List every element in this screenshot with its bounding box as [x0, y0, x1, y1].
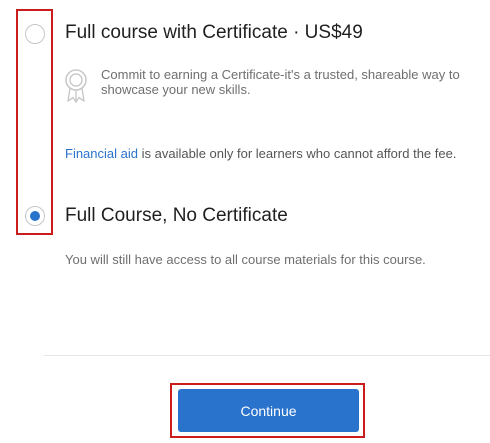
no-certificate-description: You will still have access to all course…: [65, 252, 426, 267]
divider: [44, 355, 490, 356]
option-title-with-certificate: Full course with Certificate · US$49: [65, 22, 363, 43]
radio-full-course-no-certificate[interactable]: [25, 206, 45, 226]
radio-full-course-with-certificate[interactable]: [25, 24, 45, 44]
financial-aid-text: is available only for learners who canno…: [138, 146, 457, 161]
financial-aid-link[interactable]: Financial aid: [65, 146, 138, 161]
option-title-no-certificate: Full Course, No Certificate: [65, 205, 288, 226]
certificate-ribbon-icon: [65, 69, 87, 103]
continue-button[interactable]: Continue: [178, 389, 359, 432]
financial-aid-notice: Financial aid is available only for lear…: [65, 146, 475, 161]
certificate-description: Commit to earning a Certificate-it's a t…: [101, 67, 460, 97]
